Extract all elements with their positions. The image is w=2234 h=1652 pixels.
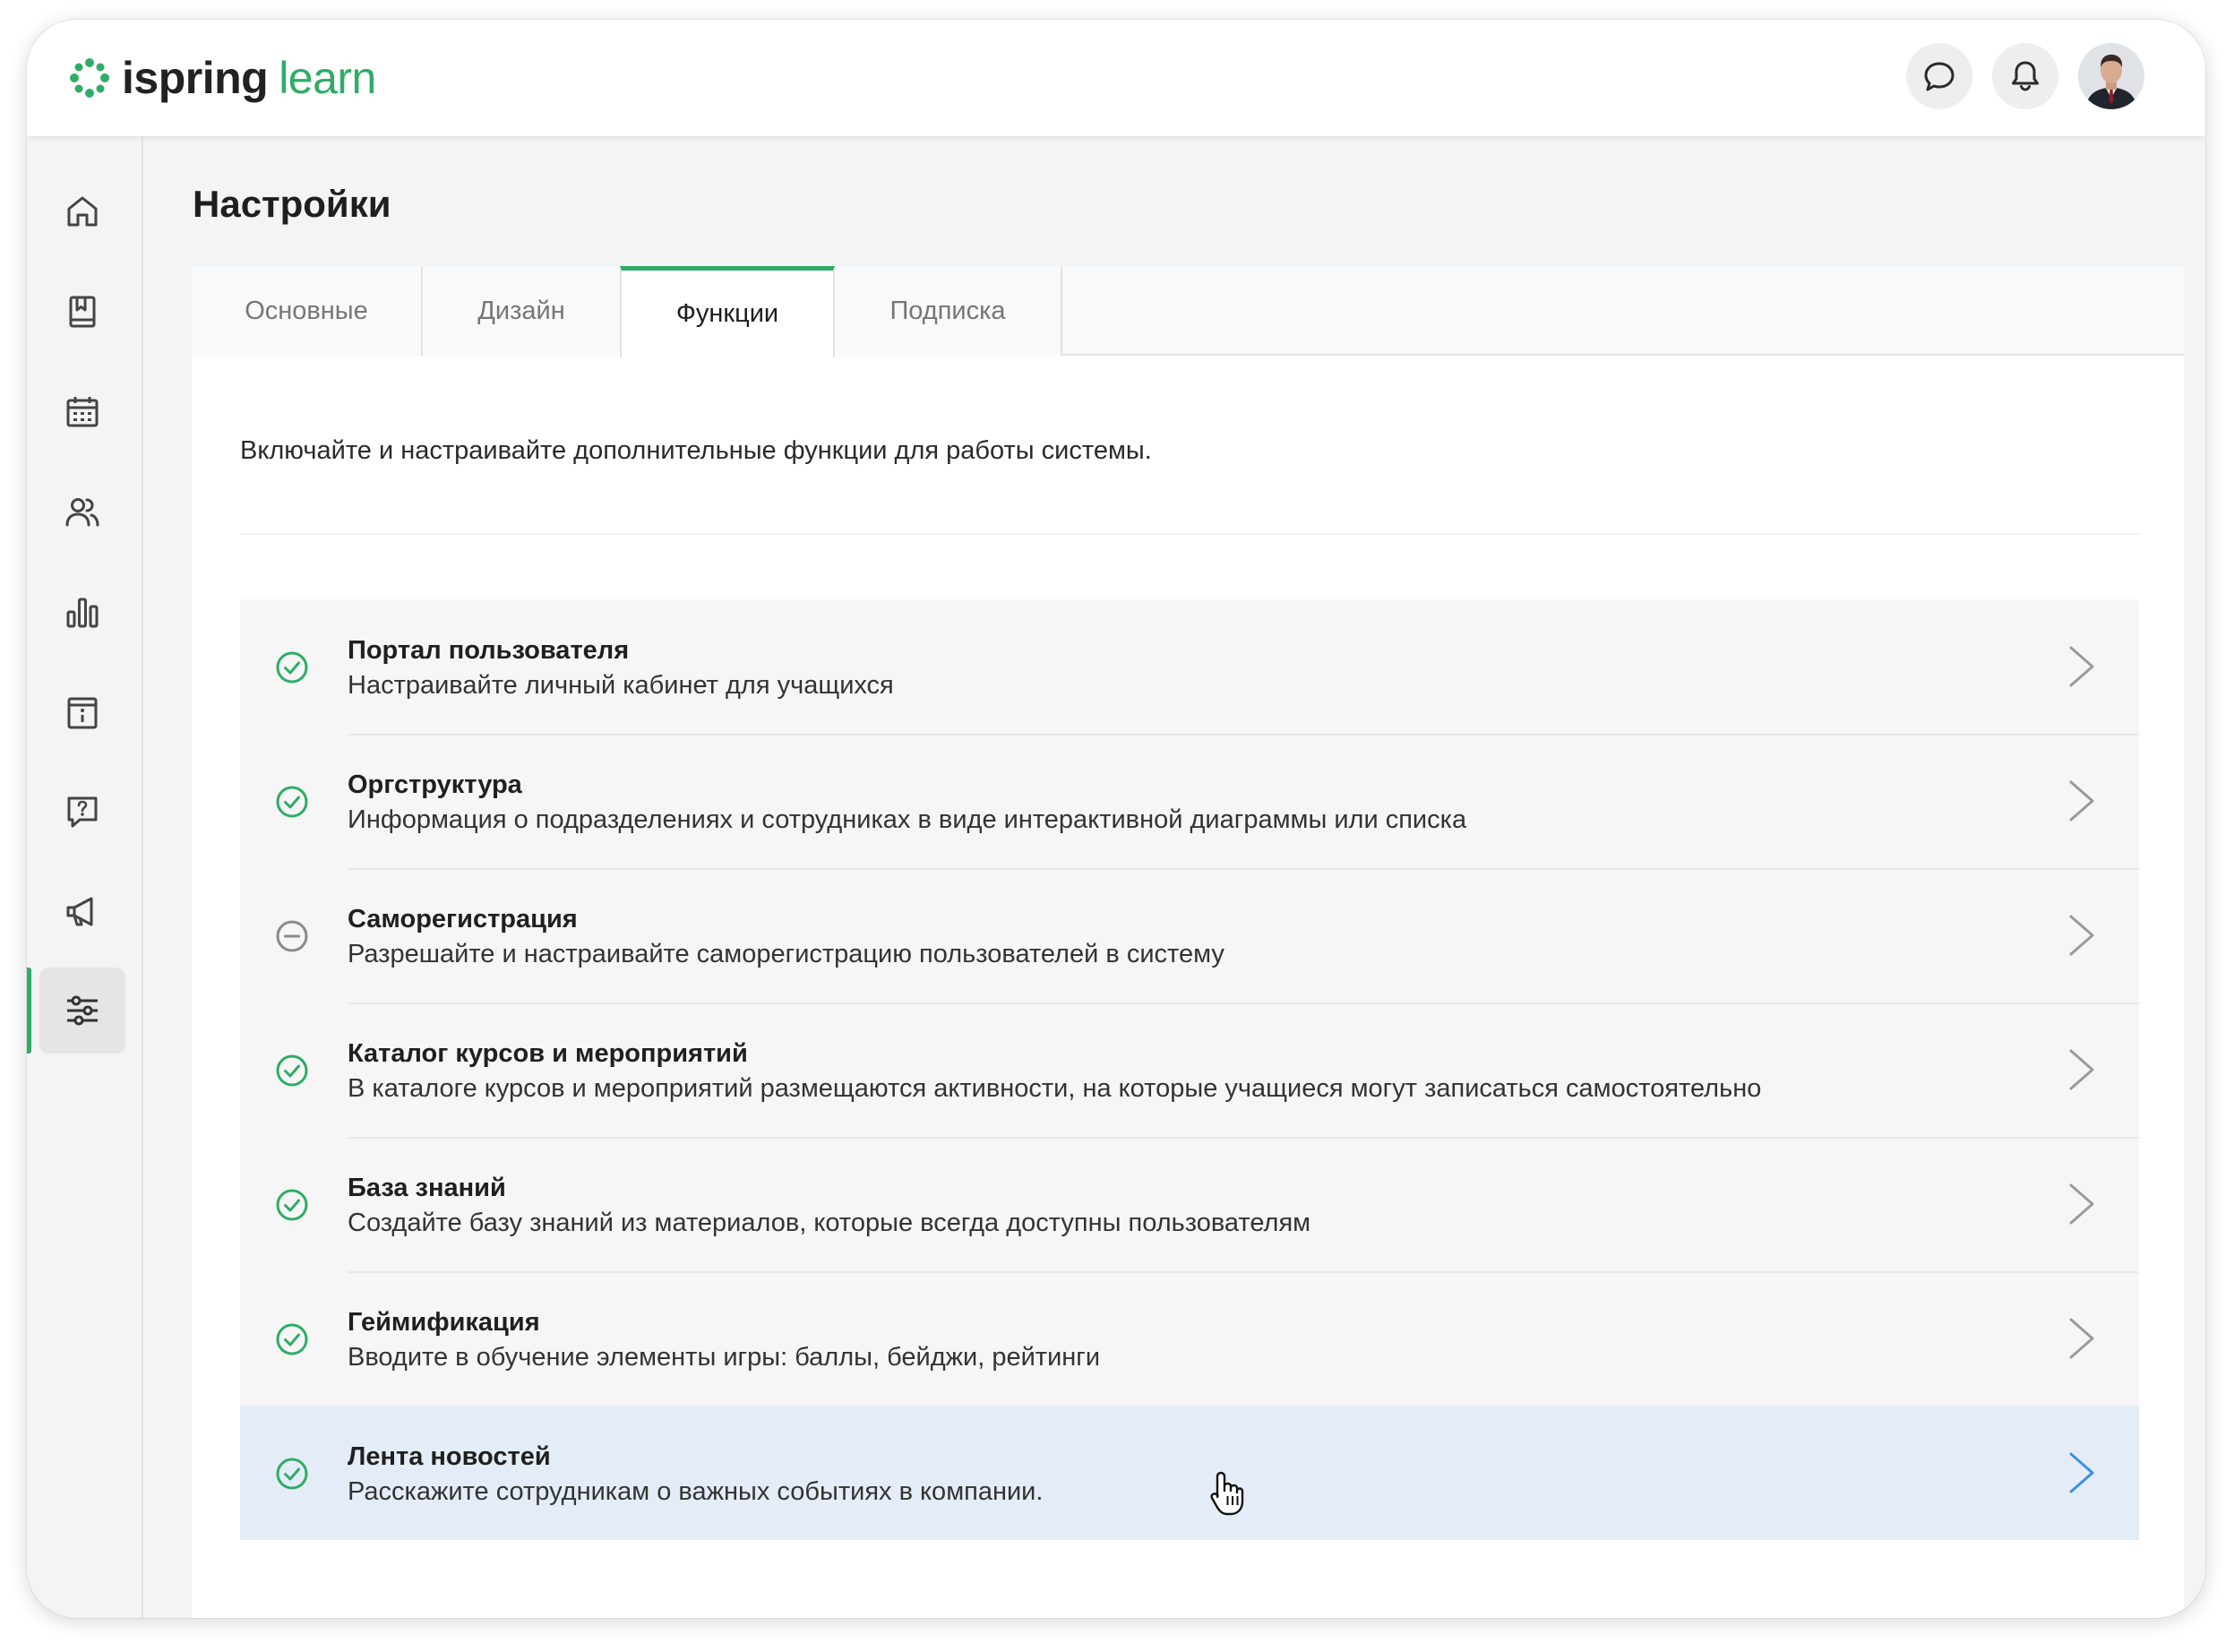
home-icon	[67, 196, 98, 227]
calendar-icon	[66, 397, 99, 427]
feature-description: Вводите в обучение элементы игры: баллы,…	[348, 1343, 1101, 1372]
feature-row-org-structure[interactable]: Оргструктура Информация о подразделениях…	[240, 734, 2139, 868]
feature-title: База знаний	[348, 1174, 506, 1202]
enabled-check-icon	[276, 1323, 308, 1355]
sidebar-item-home[interactable]	[39, 168, 125, 254]
feature-description: В каталоге курсов и мероприятий размещаю…	[348, 1074, 1762, 1103]
sidebar-item-info[interactable]	[39, 670, 125, 756]
help-question-icon	[67, 796, 98, 828]
sidebar-item-reports[interactable]	[39, 570, 125, 656]
feature-row-news-feed[interactable]: Лента новостей Расскажите сотрудникам о …	[240, 1406, 2139, 1540]
megaphone-icon	[66, 897, 93, 926]
left-sidebar	[27, 136, 143, 1618]
info-board-icon	[67, 697, 98, 729]
app-window: ispring learn Настройки Основные Дизайн …	[27, 20, 2205, 1618]
enabled-check-icon	[276, 1458, 308, 1490]
notifications-button[interactable]	[1992, 43, 2058, 109]
reports-chart-icon	[66, 598, 99, 628]
chat-bubble-icon	[1924, 62, 1955, 91]
feature-description: Создайте базу знаний из материалов, кото…	[348, 1209, 1311, 1237]
tab-features[interactable]: Функции	[620, 266, 835, 357]
feature-description: Разрешайте и настраивайте саморегистраци…	[348, 940, 1224, 968]
feature-title: Портал пользователя	[348, 636, 630, 665]
enabled-check-icon	[276, 1054, 308, 1087]
sidebar-item-users[interactable]	[39, 469, 125, 555]
courses-book-icon	[69, 296, 96, 328]
users-icon	[65, 498, 99, 527]
feature-title: Геймификация	[348, 1308, 540, 1337]
chevron-right-icon	[2069, 1318, 2094, 1359]
bell-icon	[2012, 61, 2039, 91]
logo-word-learn: learn	[279, 53, 376, 103]
feature-title: Каталог курсов и мероприятий	[348, 1039, 748, 1068]
sidebar-item-courses[interactable]	[39, 269, 125, 355]
feature-row-knowledge-base[interactable]: База знаний Создайте базу знаний из мате…	[240, 1137, 2139, 1271]
chevron-right-icon	[2069, 646, 2094, 687]
feature-description: Настраивайте личный кабинет для учащихся	[348, 671, 894, 700]
feature-list: Портал пользователя Настраивайте личный …	[240, 599, 2139, 1540]
feature-description: Расскажите сотрудникам о важных событиях…	[348, 1477, 1044, 1506]
chat-button[interactable]	[1906, 43, 1972, 109]
ispring-learn-logo[interactable]: ispring learn	[68, 48, 376, 108]
feature-row-self-registration[interactable]: Саморегистрация Разрешайте и настраивайт…	[240, 868, 2139, 1002]
enabled-check-icon	[276, 1189, 308, 1221]
chevron-right-icon	[2069, 1049, 2094, 1090]
chevron-right-icon	[2069, 1452, 2094, 1493]
logo-word-ispring: ispring	[122, 53, 269, 103]
chevron-right-icon	[2069, 915, 2094, 956]
active-nav-indicator	[27, 968, 31, 1054]
chevron-right-icon	[2069, 780, 2094, 822]
settings-panel: Основные Дизайн Функции Подписка Включай…	[192, 266, 2184, 1618]
enabled-check-icon	[276, 786, 308, 818]
sidebar-item-settings[interactable]	[39, 968, 125, 1054]
sidebar-item-news[interactable]	[39, 869, 125, 955]
feature-title: Оргструктура	[348, 770, 522, 799]
tab-subscription[interactable]: Подписка	[835, 266, 1062, 356]
feature-row-user-portal[interactable]: Портал пользователя Настраивайте личный …	[240, 599, 2139, 734]
settings-tabs: Основные Дизайн Функции Подписка	[192, 266, 2184, 357]
hand-pointer-cursor-icon	[1210, 1471, 1244, 1516]
tab-general[interactable]: Основные	[192, 266, 423, 356]
logo-asterisk-icon	[70, 58, 109, 98]
top-header: ispring learn	[27, 20, 2205, 136]
feature-row-gamification[interactable]: Геймификация Вводите в обучение элементы…	[240, 1271, 2139, 1406]
user-photo-icon	[2078, 43, 2144, 109]
tab-design[interactable]: Дизайн	[423, 266, 622, 356]
settings-sliders-icon	[67, 995, 98, 1026]
chevron-right-icon	[2069, 1183, 2094, 1225]
feature-row-course-catalog[interactable]: Каталог курсов и мероприятий В каталоге …	[240, 1002, 2139, 1137]
sidebar-item-help[interactable]	[39, 769, 125, 855]
page-title: Настройки	[193, 183, 391, 225]
feature-description: Информация о подразделениях и сотрудника…	[348, 805, 1467, 834]
user-avatar[interactable]	[2078, 43, 2144, 109]
feature-title: Саморегистрация	[348, 905, 578, 934]
feature-title: Лента новостей	[348, 1442, 551, 1471]
features-intro-text: Включайте и настраивайте дополнительные …	[240, 436, 1152, 465]
enabled-check-icon	[276, 651, 308, 684]
sidebar-item-calendar[interactable]	[39, 369, 125, 455]
divider	[240, 533, 2139, 535]
disabled-minus-icon	[276, 920, 308, 952]
